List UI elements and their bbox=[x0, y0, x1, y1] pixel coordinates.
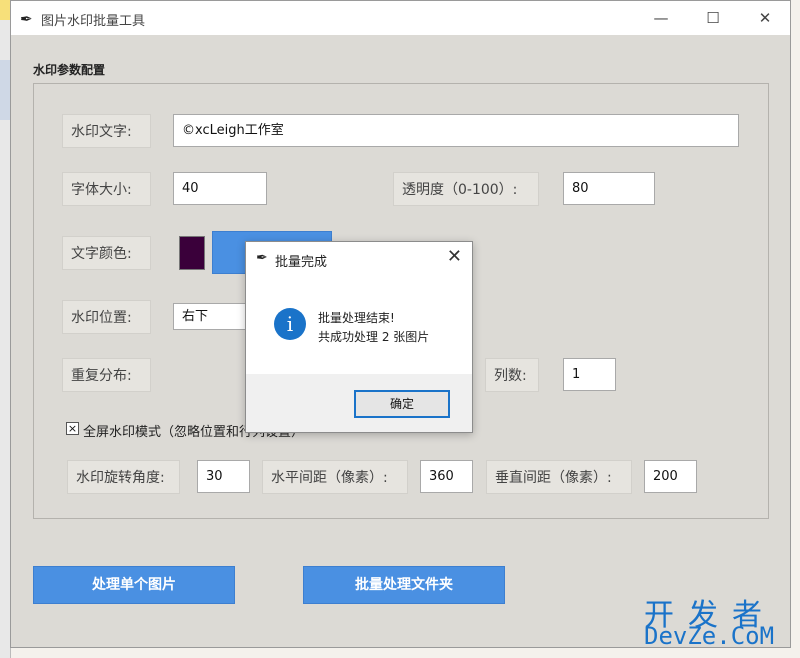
position-select[interactable]: 右下 bbox=[173, 303, 253, 330]
opacity-input[interactable]: 80 bbox=[563, 172, 655, 205]
watermark-text-input[interactable]: ©xcLeigh工作室 bbox=[173, 114, 739, 147]
process-batch-button[interactable]: 批量处理文件夹 bbox=[303, 566, 505, 604]
cols-input[interactable]: 1 bbox=[563, 358, 616, 391]
info-icon: i bbox=[274, 308, 306, 340]
ok-button[interactable]: 确定 bbox=[354, 390, 450, 418]
rotation-input[interactable]: 30 bbox=[197, 460, 250, 493]
hgap-label: 水平间距（像素）: bbox=[262, 460, 408, 494]
rotation-label: 水印旋转角度: bbox=[67, 460, 180, 494]
cols-label: 列数: bbox=[485, 358, 539, 392]
feather-icon: ✒ bbox=[20, 10, 33, 28]
color-swatch bbox=[179, 236, 205, 270]
vgap-label: 垂直间距（像素）: bbox=[486, 460, 632, 494]
font-size-label: 字体大小: bbox=[62, 172, 151, 206]
text-color-label: 文字颜色: bbox=[62, 236, 151, 270]
repeat-label: 重复分布: bbox=[62, 358, 151, 392]
dialog-message-line2: 共成功处理 2 张图片 bbox=[318, 330, 430, 344]
opacity-label: 透明度（0-100）: bbox=[393, 172, 539, 206]
title-bar: ✒ 图片水印批量工具 — ☐ ✕ bbox=[11, 1, 790, 35]
background-strip bbox=[0, 60, 10, 120]
feather-icon: ✒ bbox=[256, 250, 268, 266]
hgap-input[interactable]: 360 bbox=[420, 460, 473, 493]
dialog-message-line1: 批量处理结束! bbox=[318, 311, 395, 325]
maximize-button[interactable]: ☐ bbox=[690, 1, 736, 35]
position-label: 水印位置: bbox=[62, 300, 151, 334]
site-logo-en: DevZe.CoM bbox=[644, 622, 775, 650]
fullscreen-checkbox[interactable]: × bbox=[66, 422, 79, 435]
watermark-text-label: 水印文字: bbox=[62, 114, 151, 148]
font-size-input[interactable]: 40 bbox=[173, 172, 267, 205]
process-single-button[interactable]: 处理单个图片 bbox=[33, 566, 235, 604]
dialog-title: 批量完成 bbox=[275, 255, 328, 270]
dialog-close-button[interactable]: ✕ bbox=[447, 246, 462, 267]
background-tab-edge bbox=[0, 0, 10, 20]
window-title: 图片水印批量工具 bbox=[41, 14, 146, 29]
section-title: 水印参数配置 bbox=[33, 63, 106, 77]
vgap-input[interactable]: 200 bbox=[644, 460, 697, 493]
close-button[interactable]: ✕ bbox=[742, 1, 788, 35]
batch-complete-dialog: ✒ 批量完成 ✕ i 批量处理结束! 共成功处理 2 张图片 确定 bbox=[245, 241, 473, 433]
minimize-button[interactable]: — bbox=[638, 1, 684, 35]
